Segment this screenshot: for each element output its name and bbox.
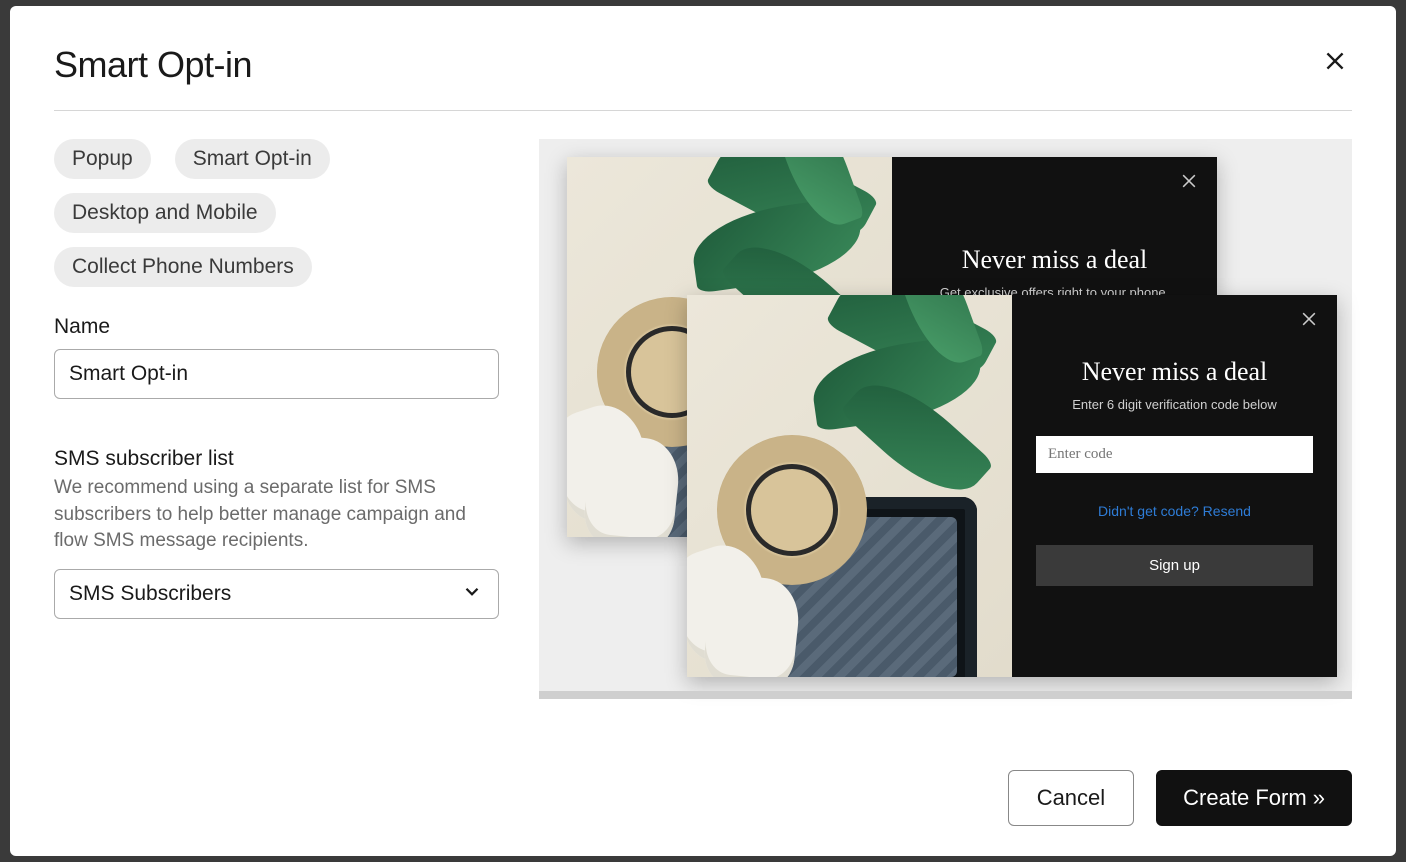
preview-front-title: Never miss a deal <box>1082 357 1268 387</box>
preview-image-front <box>687 295 1012 677</box>
preview-back-title: Never miss a deal <box>962 245 1148 275</box>
close-button[interactable] <box>1318 44 1352 83</box>
close-icon <box>1179 171 1199 191</box>
form-column: Popup Smart Opt-in Desktop and Mobile Co… <box>54 139 499 736</box>
modal-title: Smart Opt-in <box>54 44 252 86</box>
sms-select-wrap: SMS Subscribers <box>54 569 499 619</box>
cancel-button[interactable]: Cancel <box>1008 770 1134 826</box>
name-input[interactable] <box>54 349 499 399</box>
preview-pane: Never miss a deal Get exclusive offers r… <box>539 139 1352 699</box>
preview-signup-button[interactable]: Sign up <box>1036 545 1313 586</box>
modal-body: Popup Smart Opt-in Desktop and Mobile Co… <box>54 111 1352 736</box>
preview-scrollbar[interactable] <box>539 691 1352 699</box>
preview-card-front: Never miss a deal Enter 6 digit verifica… <box>687 295 1337 677</box>
tag-desktop-mobile: Desktop and Mobile <box>54 193 276 233</box>
create-form-button[interactable]: Create Form » <box>1156 770 1352 826</box>
preview-front-subtitle: Enter 6 digit verification code below <box>1072 397 1277 412</box>
sms-title: SMS subscriber list <box>54 447 499 471</box>
modal-header: Smart Opt-in <box>54 44 1352 111</box>
name-label: Name <box>54 315 499 339</box>
preview-resend-link[interactable]: Didn't get code? Resend <box>1098 503 1251 519</box>
preview-close-back[interactable] <box>1179 171 1199 196</box>
sms-section: SMS subscriber list We recommend using a… <box>54 447 499 619</box>
tag-smart-opt-in: Smart Opt-in <box>175 139 330 179</box>
modal-footer: Cancel Create Form » <box>54 736 1352 826</box>
preview-panel-front: Never miss a deal Enter 6 digit verifica… <box>1012 295 1337 677</box>
preview-close-front[interactable] <box>1299 309 1319 334</box>
tag-list: Popup Smart Opt-in Desktop and Mobile Co… <box>54 139 499 287</box>
sms-help: We recommend using a separate list for S… <box>54 475 499 555</box>
close-icon <box>1299 309 1319 329</box>
tag-popup: Popup <box>54 139 151 179</box>
sms-list-select[interactable]: SMS Subscribers <box>54 569 499 619</box>
name-section: Name <box>54 315 499 399</box>
modal-dialog: Smart Opt-in Popup Smart Opt-in Desktop … <box>10 6 1396 856</box>
close-icon <box>1322 48 1348 74</box>
preview-code-input[interactable] <box>1036 436 1313 473</box>
tag-collect-phone: Collect Phone Numbers <box>54 247 312 287</box>
